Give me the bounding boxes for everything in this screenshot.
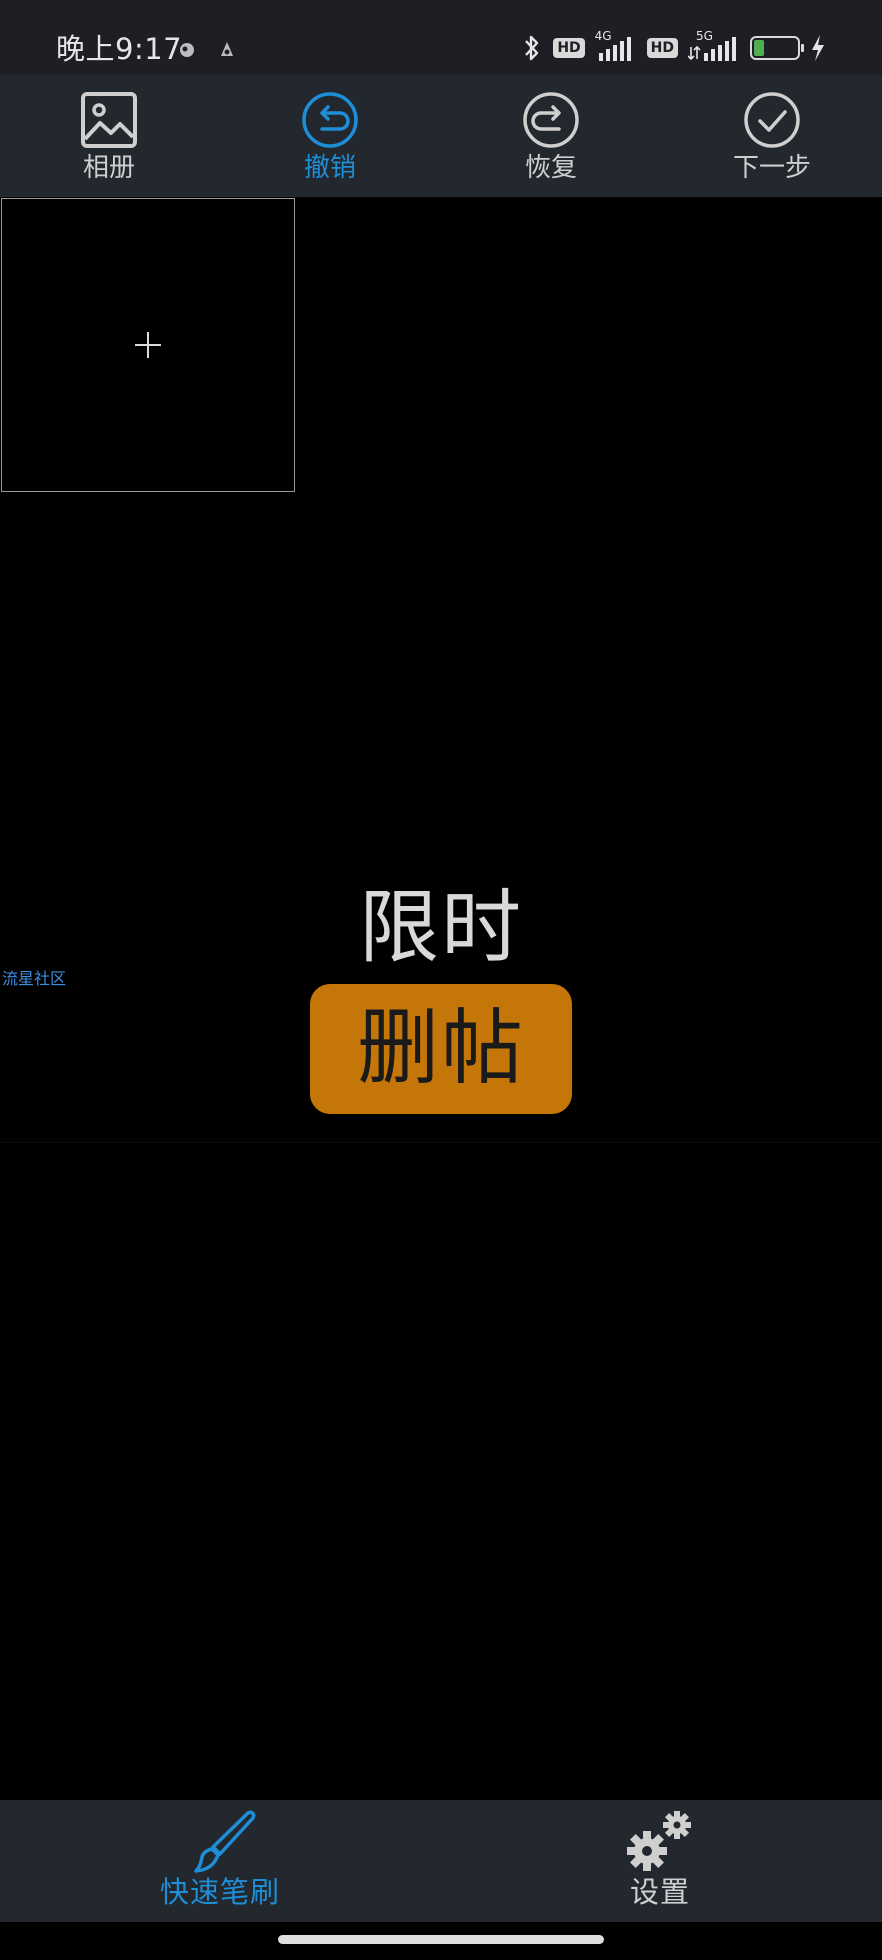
checkmark-circle-icon: [744, 92, 800, 148]
hd-badge: HD: [553, 38, 585, 58]
notification-app-icon: [180, 43, 194, 57]
status-time: 晚上9:17: [56, 32, 183, 66]
image-icon: [81, 92, 137, 148]
bottom-toolbar: 快速笔刷 设置: [0, 1800, 882, 1922]
charging-icon: [812, 35, 824, 61]
network-type-label: 5G: [696, 29, 713, 43]
battery-level: 25: [763, 37, 787, 57]
undo-icon: [302, 92, 358, 148]
gear-icon: [627, 1811, 691, 1871]
bluetooth-icon: [525, 35, 539, 61]
notification-app-icon: [221, 42, 233, 56]
paintbrush-icon: [194, 1810, 256, 1873]
settings-button[interactable]: 设置: [560, 1800, 760, 1922]
signal-5g: 5G: [687, 29, 740, 63]
undo-button[interactable]: 撤销: [230, 75, 430, 197]
status-icons: HD 4G HD 5G 25: [521, 29, 826, 66]
battery-cap: [801, 44, 804, 52]
hd-badge: HD: [646, 38, 678, 58]
watermark-badge: 删帖: [310, 984, 572, 1114]
next-step-label: 下一步: [732, 153, 811, 183]
screen: 晚上9:17 HD 4G HD 5G 25 相册 撤销 恢复 下一步 流星社区 …: [0, 0, 882, 1960]
network-type-label: 4G: [594, 29, 612, 43]
album-button[interactable]: 相册: [9, 75, 209, 197]
settings-label: 设置: [629, 1875, 690, 1909]
redo-button[interactable]: 恢复: [451, 75, 651, 197]
undo-label: 撤销: [303, 153, 356, 183]
home-indicator[interactable]: [278, 1935, 604, 1944]
editor-toolbar: 相册 撤销 恢复 下一步: [0, 75, 882, 197]
battery-icon: 25: [750, 36, 804, 60]
crosshair-icon: [135, 332, 161, 358]
quick-brush-label: 快速笔刷: [159, 1875, 280, 1909]
community-watermark: 流星社区: [2, 969, 67, 988]
redo-label: 恢复: [524, 153, 577, 183]
divider: [0, 1142, 882, 1143]
next-step-button[interactable]: 下一步: [672, 75, 872, 197]
status-bar: 晚上9:17 HD 4G HD 5G 25: [0, 0, 882, 75]
quick-brush-button[interactable]: 快速笔刷: [120, 1800, 320, 1922]
album-label: 相册: [82, 153, 135, 183]
preview-thumbnail[interactable]: [1, 198, 295, 492]
redo-icon: [523, 92, 579, 148]
signal-4g: 4G: [595, 29, 637, 63]
watermark-title: 限时: [359, 881, 523, 974]
